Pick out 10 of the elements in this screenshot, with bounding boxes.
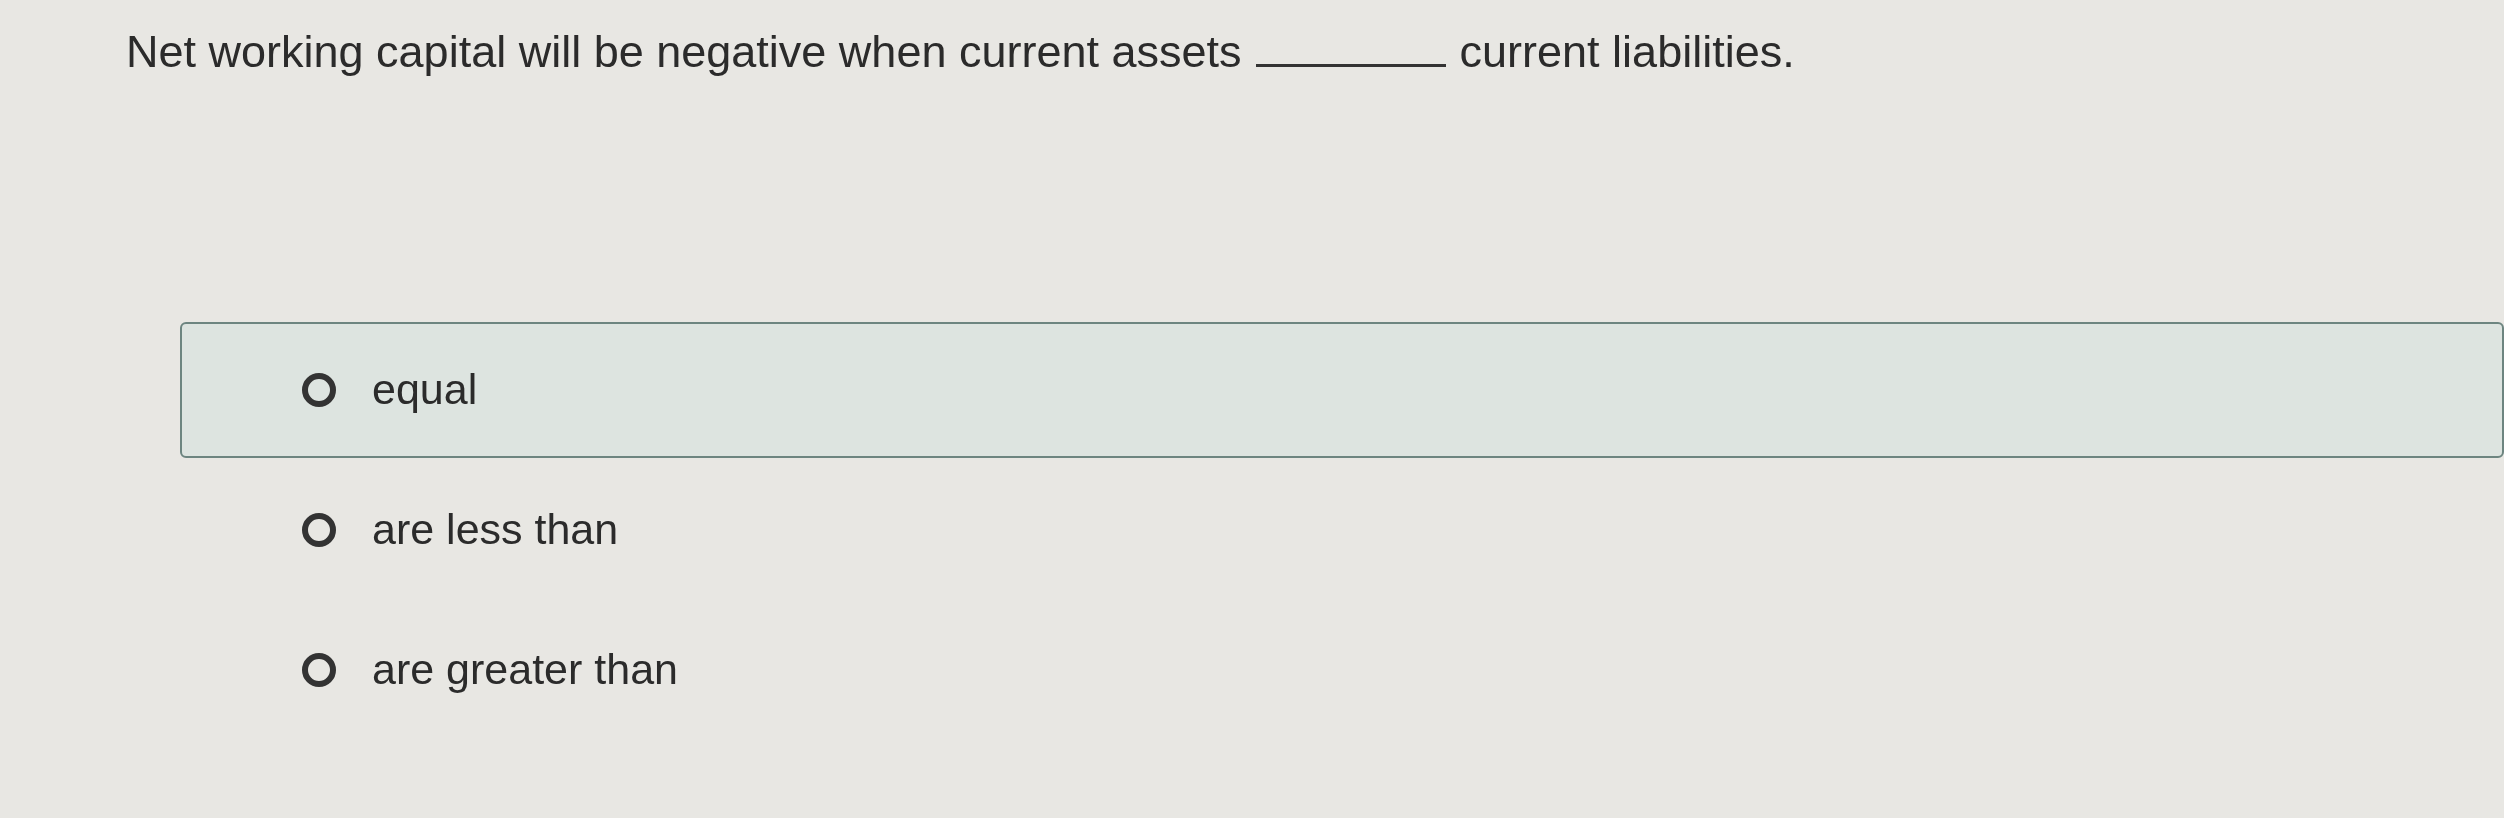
question-text: Net working capital will be negative when current assets current liabilities. [126,25,1796,79]
option-label[interactable]: are less than [372,497,619,562]
option-row[interactable]: are less than [180,461,2504,598]
option-row[interactable]: equal [180,321,2504,458]
option-label[interactable]: are greater than [372,637,678,702]
option-label[interactable]: equal [372,357,478,422]
radio-button[interactable] [302,652,336,687]
radio-button[interactable] [302,512,336,547]
option-row[interactable]: are greater than [180,601,2504,738]
radio-button[interactable] [302,372,336,407]
